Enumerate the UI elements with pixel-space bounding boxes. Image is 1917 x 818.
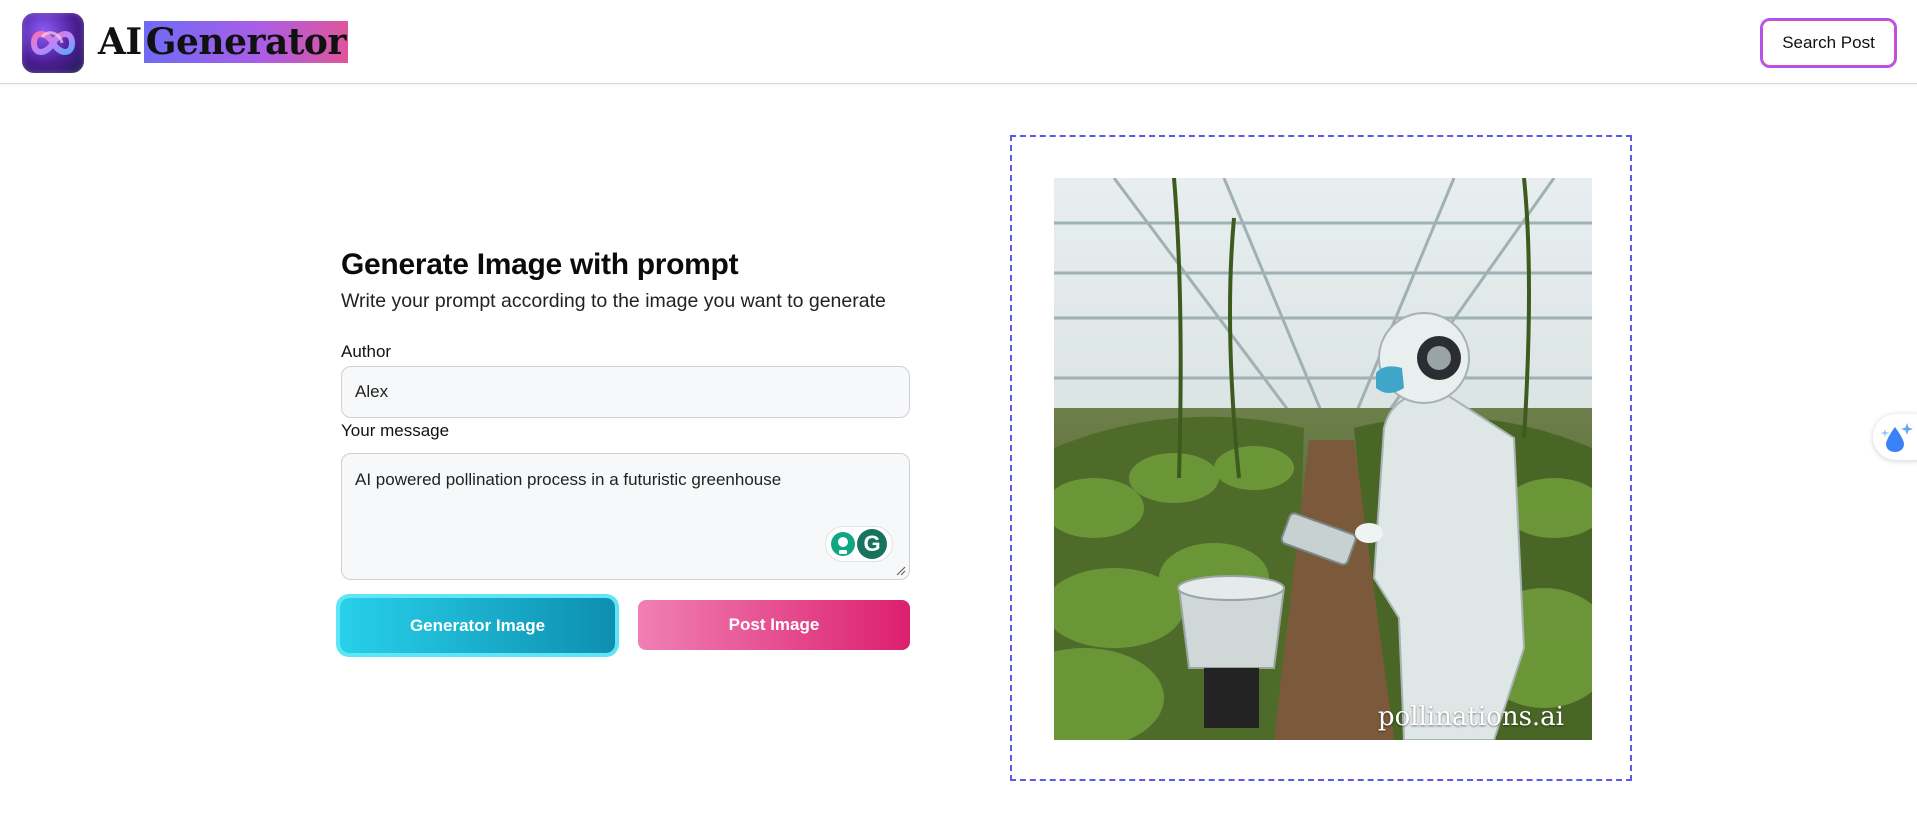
prompt-form-heading: Generate Image with prompt Write your pr… [341, 248, 910, 313]
brand-generator-text: Generator [143, 21, 348, 63]
resize-handle-icon[interactable] [896, 566, 906, 576]
message-textarea[interactable]: AI powered pollination process in a futu… [341, 453, 910, 580]
image-watermark: pollinations.ai [1377, 702, 1564, 732]
logo-icon[interactable] [22, 13, 84, 73]
app-header: AI Generator Search Post [0, 0, 1917, 84]
message-text[interactable]: AI powered pollination process in a futu… [355, 470, 781, 490]
author-label: Author [341, 342, 392, 361]
post-image-button[interactable]: Post Image [638, 600, 910, 650]
page-title: Generate Image with prompt [341, 248, 739, 281]
search-post-button[interactable]: Search Post [1760, 18, 1897, 68]
generated-image: pollinations.ai [1054, 178, 1592, 740]
brand-title: AI Generator [98, 20, 348, 64]
generate-image-button[interactable]: Generator Image [340, 598, 615, 653]
water-drop-sparkle-icon[interactable] [1879, 417, 1917, 457]
brand-ai-text: AI [98, 21, 142, 63]
author-input[interactable] [341, 366, 910, 418]
greenhouse-robot-illustration [1054, 178, 1592, 740]
grammarly-widget[interactable]: G [825, 526, 893, 562]
message-label: Your message [341, 421, 450, 440]
grammarly-g-icon[interactable]: G [857, 529, 887, 559]
lightbulb-icon[interactable] [831, 532, 855, 556]
page-subtitle: Write your prompt according to the image… [341, 290, 886, 312]
side-floating-widget[interactable] [1873, 414, 1917, 460]
image-preview-frame: pollinations.ai [1010, 135, 1632, 781]
